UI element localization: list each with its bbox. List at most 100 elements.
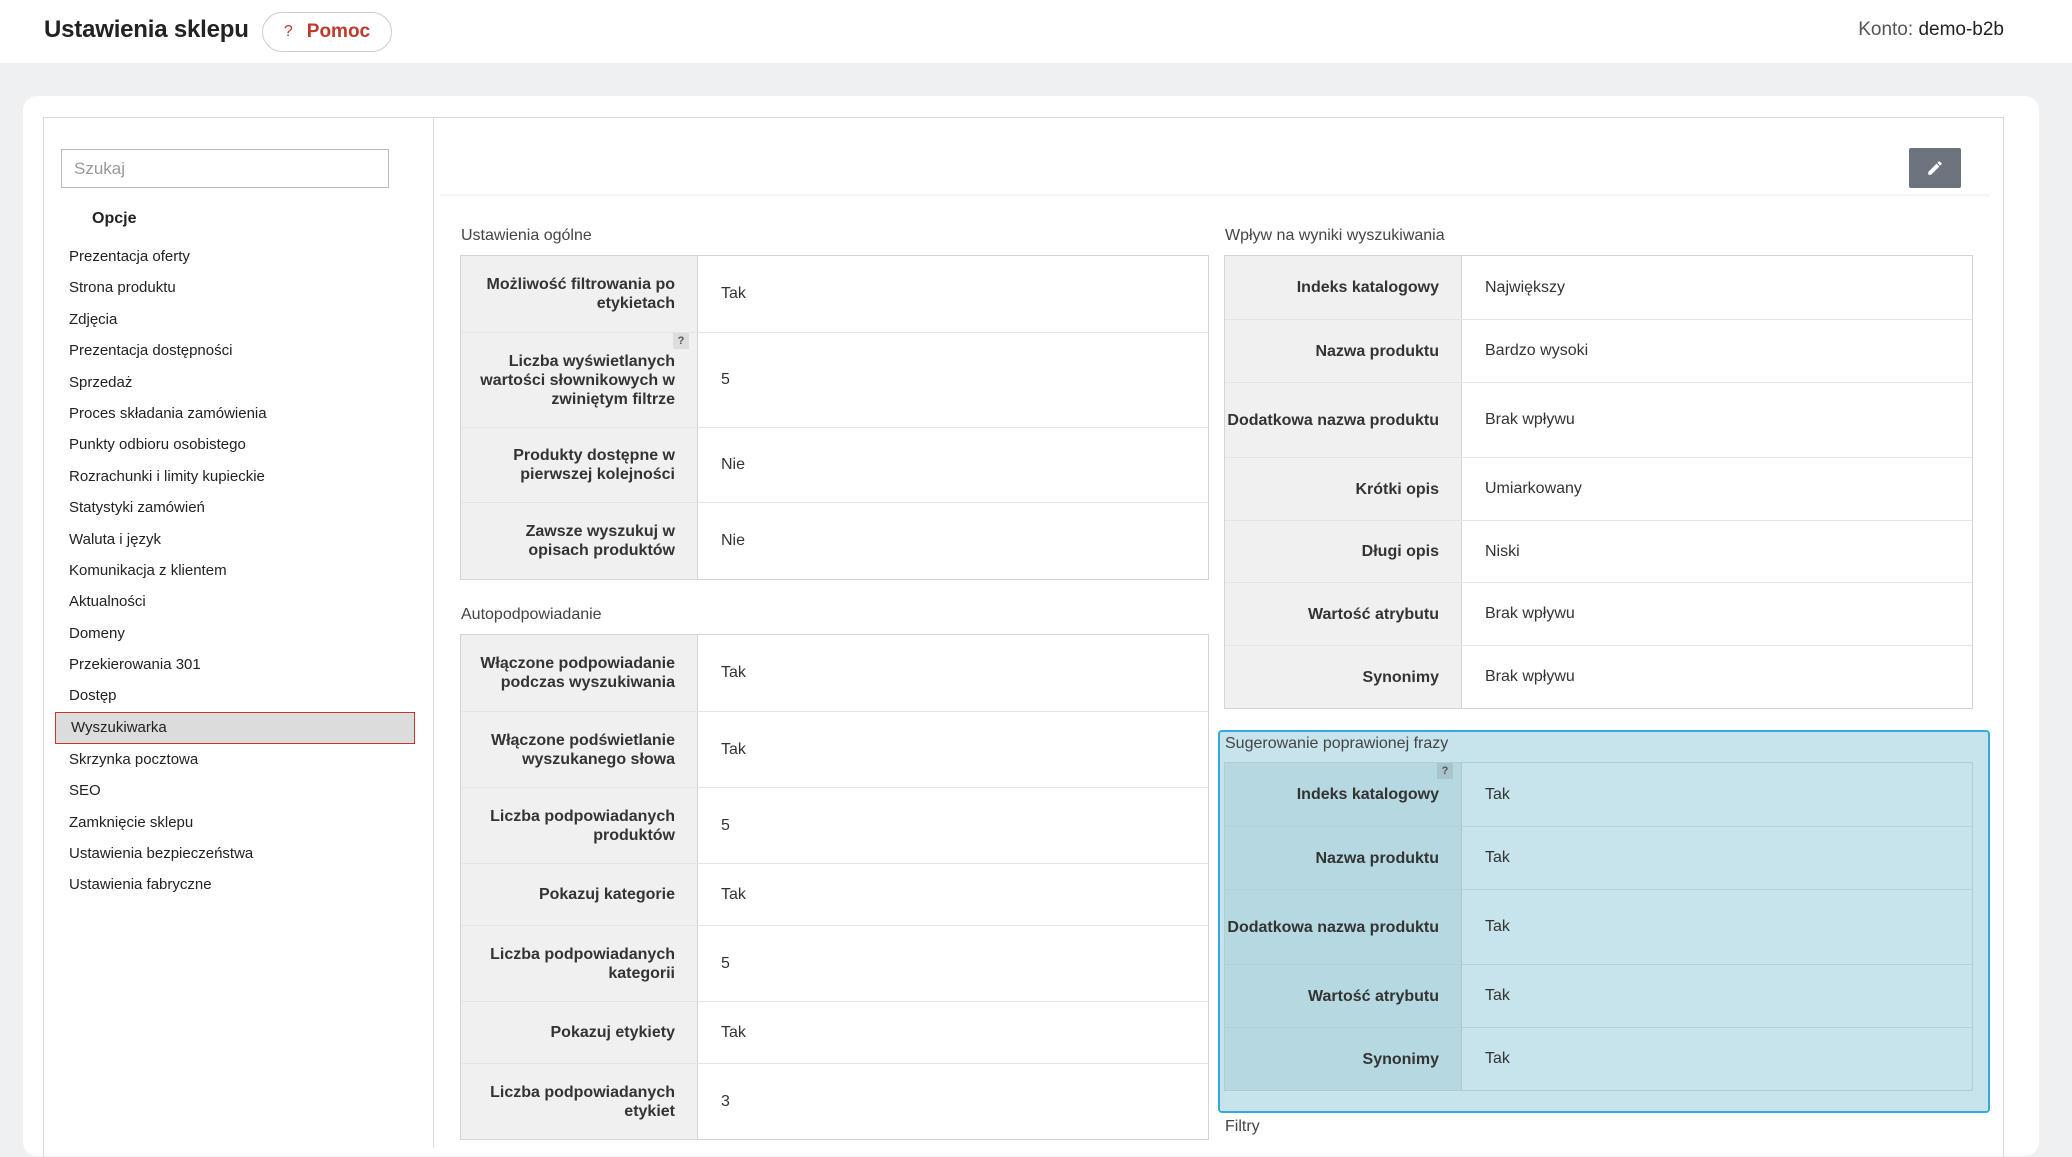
setting-row: Synonimy Tak bbox=[1225, 1027, 1972, 1090]
setting-row: Nazwa produktu Tak bbox=[1225, 826, 1972, 889]
filters-title: Filtry bbox=[1225, 1118, 1260, 1135]
setting-label: Włączone podpowiadanie podczas wyszukiwa… bbox=[461, 635, 698, 711]
setting-label-text: Liczba podpowiadanych produktów bbox=[490, 807, 675, 844]
setting-row: Możliwość filtrowania po etykietach Tak bbox=[461, 256, 1208, 332]
setting-label: Dodatkowa nazwa produktu bbox=[1225, 890, 1462, 964]
sidebar-item[interactable]: Dostęp bbox=[55, 680, 415, 711]
setting-label: Liczba podpowiadanych etykiet bbox=[461, 1064, 698, 1139]
sidebar-item[interactable]: Prezentacja dostępności bbox=[55, 335, 415, 366]
search-impact-title: Wpływ na wyniki wyszukiwania bbox=[1225, 227, 1445, 244]
sidebar-item[interactable]: Waluta i język bbox=[55, 524, 415, 555]
setting-label-text: Liczba podpowiadanych kategorii bbox=[490, 945, 675, 982]
setting-row: Dodatkowa nazwa produktu Brak wpływu bbox=[1225, 382, 1972, 457]
help-label: Pomoc bbox=[306, 21, 371, 42]
sidebar-item[interactable]: Rozrachunki i limity kupieckie bbox=[55, 461, 415, 492]
setting-row: Liczba podpowiadanych produktów 5 bbox=[461, 787, 1208, 863]
setting-label-text: Możliwość filtrowania po etykietach bbox=[486, 276, 675, 312]
setting-value: Tak bbox=[721, 1023, 746, 1041]
sidebar-item[interactable]: Zdjęcia bbox=[55, 304, 415, 335]
setting-value: Tak bbox=[1462, 965, 1972, 1027]
setting-row: Włączone podpowiadanie podczas wyszukiwa… bbox=[461, 635, 1208, 711]
setting-label-text: Synonimy bbox=[1362, 668, 1439, 686]
setting-label: Synonimy bbox=[1225, 646, 1462, 708]
setting-value: Największy bbox=[1485, 278, 1566, 296]
setting-label-text: Indeks katalogowy bbox=[1296, 279, 1439, 296]
setting-label-text: Pokazuj etykiety bbox=[550, 1024, 676, 1041]
setting-value: 5 bbox=[721, 371, 730, 388]
setting-label-text: Wartość atrybutu bbox=[1308, 987, 1439, 1005]
setting-row: Wartość atrybutu Tak bbox=[1225, 964, 1972, 1027]
edit-button[interactable] bbox=[1909, 148, 1961, 188]
sidebar-item[interactable]: Strona produktu bbox=[55, 272, 415, 303]
sidebar-item[interactable]: Domeny bbox=[55, 618, 415, 649]
setting-label: Indeks katalogowy bbox=[1225, 256, 1462, 319]
sidebar-item[interactable]: Komunikacja z klientem bbox=[55, 555, 415, 586]
setting-label: Pokazuj kategorie bbox=[461, 864, 698, 925]
page-title: Ustawienia sklepu bbox=[44, 16, 249, 43]
setting-value: Tak bbox=[721, 285, 746, 302]
setting-value: Tak bbox=[1462, 763, 1972, 826]
help-icon[interactable]: ? bbox=[1437, 763, 1453, 779]
question-icon: ? bbox=[283, 23, 293, 40]
sidebar-item[interactable]: Skrzynka pocztowa bbox=[55, 744, 415, 775]
setting-row: Długi opis Niski bbox=[1225, 520, 1972, 582]
sidebar-item[interactable]: Ustawienia bezpieczeństwa bbox=[55, 838, 415, 869]
help-button[interactable]: ? Pomoc bbox=[262, 12, 392, 52]
sidebar-item[interactable]: Statystyki zamówień bbox=[55, 492, 415, 523]
setting-label-text: Liczba podpowiadanych etykiet bbox=[490, 1083, 675, 1120]
setting-label: Nazwa produktu bbox=[1225, 320, 1462, 382]
setting-label-text: Liczba wyświetlanych wartości słownikowy… bbox=[480, 352, 675, 408]
sidebar-item[interactable]: Wyszukiwarka bbox=[55, 711, 415, 744]
setting-label: Liczba podpowiadanych produktów bbox=[461, 788, 698, 863]
general-settings-table: Możliwość filtrowania po etykietach Tak Li… bbox=[460, 255, 1209, 580]
setting-row: Włączone podświetlanie wyszukanego słowa… bbox=[461, 711, 1208, 787]
setting-label-text: Dodatkowa nazwa produktu bbox=[1227, 918, 1439, 936]
setting-value: Brak wpływu bbox=[1485, 411, 1575, 428]
sidebar-item[interactable]: Przekierowania 301 bbox=[55, 649, 415, 680]
setting-label-text: Krótki opis bbox=[1355, 480, 1439, 498]
setting-value: Tak bbox=[721, 664, 746, 681]
setting-label-text: Nazwa produktu bbox=[1315, 342, 1439, 360]
sidebar-item[interactable]: Prezentacja oferty bbox=[55, 241, 415, 272]
setting-value: Nie bbox=[721, 532, 746, 549]
setting-value: Tak bbox=[1462, 1028, 1972, 1090]
search-input[interactable] bbox=[61, 149, 389, 188]
sidebar-item[interactable]: Aktualności bbox=[55, 586, 415, 617]
setting-row: Nazwa produktu Bardzo wysoki bbox=[1225, 319, 1972, 382]
setting-value: Bardzo wysoki bbox=[1485, 342, 1589, 359]
setting-value: Brak wpływu bbox=[1485, 605, 1575, 622]
setting-value: 5 bbox=[721, 816, 730, 834]
header-separator bbox=[440, 194, 1990, 198]
setting-label: Dodatkowa nazwa produktu bbox=[1225, 383, 1462, 457]
setting-row: Liczba podpowiadanych kategorii 5 bbox=[461, 925, 1208, 1001]
help-icon[interactable]: ? bbox=[673, 333, 689, 349]
sidebar-item[interactable]: Punkty odbioru osobistego bbox=[55, 429, 415, 460]
sidebar-item[interactable]: Sprzedaż bbox=[55, 367, 415, 398]
setting-value: Tak bbox=[1462, 890, 1972, 964]
setting-label: Nazwa produktu bbox=[1225, 827, 1462, 889]
sidebar-item[interactable]: Proces składania zamówienia bbox=[55, 398, 415, 429]
top-bar: Ustawienia sklepu ? Pomoc Konto: demo-b2… bbox=[0, 0, 2072, 63]
setting-value: Nie bbox=[721, 456, 746, 473]
setting-label: Pokazuj etykiety bbox=[461, 1002, 698, 1063]
sidebar-item[interactable]: Ustawienia fabryczne bbox=[55, 869, 415, 900]
autocomplete-table: Włączone podpowiadanie podczas wyszukiwa… bbox=[460, 634, 1209, 1140]
setting-row: Produkty dostępne w pierwszej kolejności… bbox=[461, 427, 1208, 502]
setting-row: Pokazuj kategorie Tak bbox=[461, 863, 1208, 925]
setting-row: Liczba podpowiadanych etykiet 3 bbox=[461, 1063, 1208, 1139]
general-settings-title: Ustawienia ogólne bbox=[461, 227, 592, 244]
setting-label: Synonimy bbox=[1225, 1028, 1462, 1090]
sidebar-item[interactable]: Zamknięcie sklepu bbox=[55, 807, 415, 838]
setting-row: Wartość atrybutu Brak wpływu bbox=[1225, 582, 1972, 645]
setting-value: Tak bbox=[721, 885, 746, 903]
setting-row: Liczba wyświetlanych wartości słownikowy… bbox=[461, 332, 1208, 427]
setting-label: Możliwość filtrowania po etykietach bbox=[461, 256, 698, 332]
account-value: demo-b2b bbox=[1918, 19, 2004, 40]
setting-label-text: Synonimy bbox=[1362, 1050, 1439, 1068]
sidebar-item[interactable]: SEO bbox=[55, 775, 415, 806]
setting-label: Zawsze wyszukuj w opisach produktów bbox=[461, 503, 698, 579]
setting-label-text: Nazwa produktu bbox=[1315, 849, 1439, 867]
setting-row: Krótki opis Umiarkowany bbox=[1225, 457, 1972, 520]
setting-label: Wartość atrybutu bbox=[1225, 583, 1462, 645]
setting-row: Indeks katalogowy Największy bbox=[1225, 256, 1972, 319]
